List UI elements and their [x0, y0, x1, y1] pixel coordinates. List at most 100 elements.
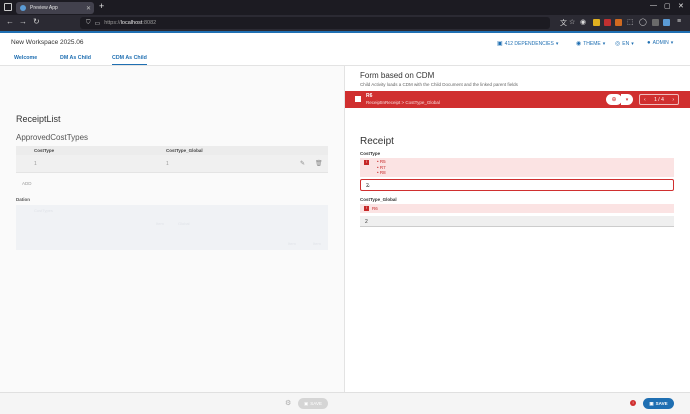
tab-welcome[interactable]: Welcome — [14, 55, 37, 61]
reload-icon[interactable]: ↻ — [33, 17, 40, 26]
placeholder-text: Item — [156, 221, 164, 226]
placeholder-text: Item — [288, 241, 296, 246]
close-window-icon[interactable]: ✕ — [678, 2, 684, 10]
placeholder-text: Global — [178, 221, 190, 226]
tab-cdm-as-child[interactable]: CDM As Child — [112, 55, 147, 65]
extension-icon[interactable] — [593, 19, 600, 26]
receipt-list-title: ReceiptList — [16, 114, 61, 124]
browser-menu-icon[interactable] — [4, 3, 12, 11]
save-icon: ▣ — [649, 400, 654, 406]
costtype-error-list: ! R5 R7 R8 — [360, 158, 674, 177]
browser-tab-title: Preview App — [30, 5, 58, 11]
dation-label: Dation — [16, 197, 30, 202]
cdm-form-pane: Form based on CDM Child Activity loads a… — [345, 66, 690, 392]
lock-icon: ▭ — [94, 20, 101, 27]
crosshair-icon: ⊕ — [611, 97, 617, 103]
forward-icon[interactable]: → — [19, 17, 27, 26]
chevron-down-icon: ▾ — [602, 40, 606, 47]
extension-icon[interactable] — [652, 19, 659, 26]
save-icon: ▣ — [304, 400, 309, 406]
costtype-label: CostType — [360, 151, 381, 156]
extension-icon[interactable] — [663, 19, 670, 26]
form-subtitle: Child Activity loads a CDM with the Chil… — [360, 82, 518, 87]
column-header[interactable]: CostType_Global — [166, 148, 203, 153]
error-badge-icon: ! — [364, 160, 369, 165]
app-header: New Workspace 2025.06 ▣ 412 DEPENDENCIES… — [0, 31, 690, 51]
settings-icon[interactable]: ⚙ — [285, 399, 291, 407]
language-button[interactable]: ◎ EN ▾ — [615, 40, 634, 48]
error-item: R8 — [377, 170, 386, 176]
next-error-icon[interactable]: › — [672, 97, 674, 103]
error-select-checkbox[interactable] — [355, 96, 361, 102]
chevron-down-icon: ▾ — [625, 96, 629, 103]
cost-types-grid: CostType CostType_Global 1 1 ✎ 🗑 — [16, 146, 328, 173]
address-bar[interactable]: ⛉ ▭ https://localhost:8082 — [80, 17, 550, 29]
left-save-button: ▣ SAVE — [298, 398, 328, 409]
eye-icon: ◉ — [576, 41, 582, 47]
close-tab-icon[interactable]: ✕ — [86, 5, 91, 12]
grid-header: CostType CostType_Global — [16, 146, 328, 155]
globe-icon: ◎ — [615, 41, 621, 47]
error-count-badge[interactable]: ! — [630, 400, 636, 406]
table-cell: 1 — [166, 161, 169, 167]
browser-menu-hamburger-icon[interactable]: ≡ — [677, 18, 681, 25]
theme-button[interactable]: ◉ THEME ▾ — [576, 40, 606, 48]
back-icon[interactable]: ← — [6, 17, 14, 26]
edit-icon[interactable]: ✎ — [300, 160, 305, 167]
chevron-down-icon: ⌄ — [366, 183, 372, 189]
workspace-tabs: Welcome DM As Child CDM As Child — [0, 51, 690, 66]
favicon-icon — [20, 5, 26, 11]
new-tab-icon[interactable]: + — [99, 1, 104, 11]
error-item: R6 — [372, 206, 378, 211]
receipt-list-pane: ReceiptList ApprovedCostTypes CostType C… — [0, 66, 344, 392]
column-header[interactable]: CostType — [34, 148, 54, 153]
validation-error-bar: R6 ReceiptInReceipt > CostType_Global ⊕ … — [345, 91, 690, 108]
workspace-title: New Workspace 2025.06 — [11, 39, 84, 46]
costtype-global-field: 2 — [360, 216, 674, 227]
error-options-button[interactable]: ▾ — [621, 94, 633, 105]
account-icon[interactable]: ◯ — [639, 18, 647, 26]
prev-error-icon[interactable]: ‹ — [644, 97, 646, 103]
extension-icon[interactable] — [615, 19, 622, 26]
receipt-title: Receipt — [360, 136, 394, 147]
url-text: https://localhost:8082 — [104, 20, 157, 26]
extensions-puzzle-icon[interactable]: ⬚ — [627, 18, 634, 26]
costtype-select[interactable]: 2 ⌄ — [360, 179, 674, 191]
extension-icon[interactable] — [604, 19, 611, 26]
form-title: Form based on CDM — [360, 71, 435, 80]
shield-icon: ⛉ — [86, 19, 91, 26]
table-row[interactable]: 1 1 ✎ 🗑 — [16, 155, 328, 173]
cube-icon: ▣ — [497, 41, 503, 47]
add-button[interactable]: ADD — [22, 181, 32, 186]
browser-tabstrip: Preview App ✕ + — ▢ ✕ — [0, 0, 690, 15]
costtype-global-error-list: ! R6 — [360, 204, 674, 213]
table-cell: 1 — [34, 161, 37, 167]
bookmark-star-icon[interactable]: ☆ — [569, 18, 575, 26]
dation-field[interactable]: CostTypes Item Global Item Item — [16, 205, 328, 250]
placeholder-text: CostTypes — [34, 208, 53, 213]
user-icon: ● — [647, 40, 651, 46]
error-code: R6 — [366, 93, 373, 99]
maximize-icon[interactable]: ▢ — [664, 2, 671, 10]
pocket-icon[interactable]: ◉ — [580, 18, 586, 26]
error-path[interactable]: ReceiptInReceipt > CostType_Global — [366, 100, 440, 105]
chevron-down-icon: ▾ — [555, 40, 559, 47]
tab-dm-as-child[interactable]: DM As Child — [60, 55, 91, 61]
costtype-global-value: 2 — [365, 219, 368, 225]
user-menu-button[interactable]: ● ADMIN ▾ — [647, 40, 673, 46]
locate-error-button[interactable]: ⊕ — [606, 94, 622, 105]
approved-cost-types-title: ApprovedCostTypes — [16, 133, 89, 142]
footer-bar: ⚙ ▣ SAVE ! ▣ SAVE — [0, 392, 690, 414]
placeholder-text: Item — [313, 241, 321, 246]
chevron-down-icon: ▾ — [670, 40, 674, 46]
save-button[interactable]: ▣ SAVE — [643, 398, 674, 409]
error-item: R5 — [377, 159, 386, 165]
minimize-icon[interactable]: — — [650, 2, 657, 9]
translate-icon[interactable]: 文 — [560, 18, 567, 28]
error-page-indicator: 1 / 4 — [654, 96, 664, 103]
dependencies-button[interactable]: ▣ 412 DEPENDENCIES ▾ — [497, 40, 559, 48]
error-badge-icon: ! — [364, 206, 369, 211]
delete-icon[interactable]: 🗑 — [315, 160, 323, 167]
error-pager: ‹ 1 / 4 › — [639, 94, 679, 105]
browser-tab[interactable]: Preview App ✕ — [16, 2, 94, 14]
